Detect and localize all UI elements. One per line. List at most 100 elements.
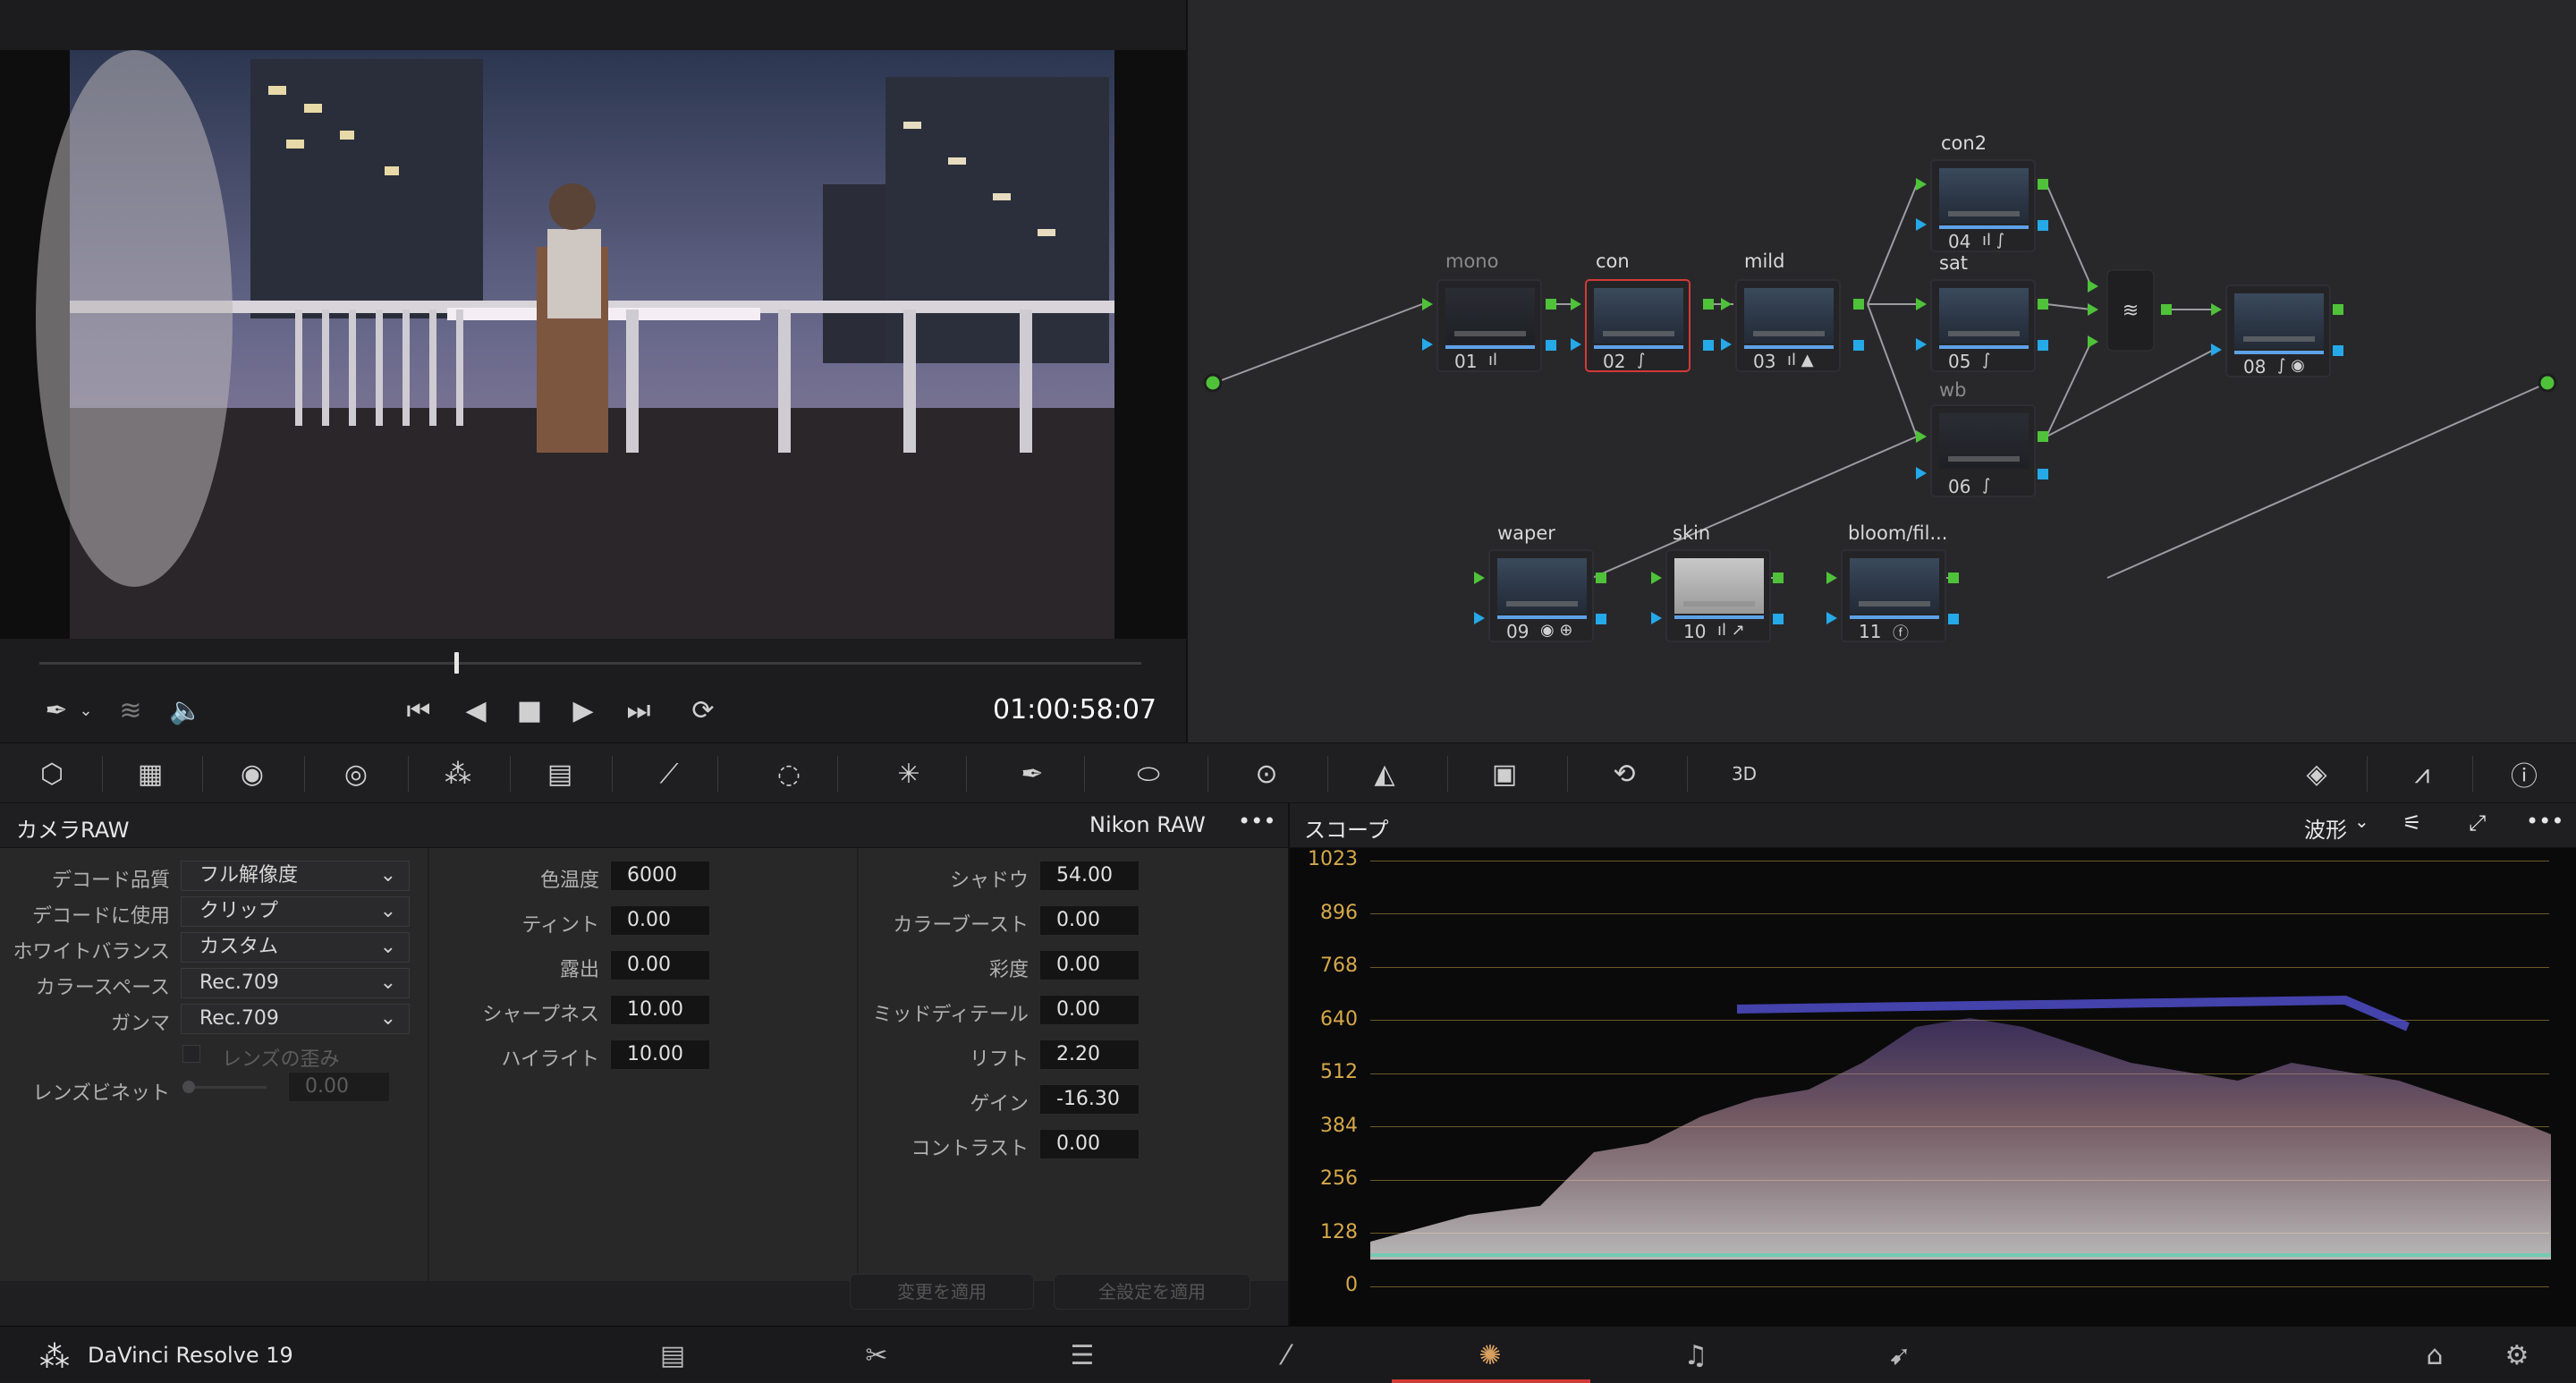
node-input-rgb[interactable] [1422, 298, 1433, 310]
node-output-key[interactable] [1546, 340, 1556, 351]
node-04-con2[interactable]: 04 ıl ∫ [1930, 159, 2036, 252]
sizing-icon[interactable]: ⟲ [1599, 752, 1649, 795]
skip-back-icon[interactable]: ⏮ [399, 694, 438, 726]
node-input-key[interactable] [1571, 338, 1581, 351]
node-02-con[interactable]: 02 ∫ [1585, 279, 1690, 372]
node-input-key[interactable] [1422, 338, 1433, 351]
sharpness-field[interactable]: 10.00 [610, 995, 710, 1025]
shadow-field[interactable]: 54.00 [1039, 861, 1140, 891]
info-icon[interactable]: ⓘ [2499, 752, 2549, 795]
keyframes-icon[interactable]: ◈ [2292, 752, 2342, 795]
color-wheels-icon[interactable]: ◉ [227, 752, 277, 795]
node-input-rgb[interactable] [1474, 572, 1485, 584]
key-icon[interactable]: ▣ [1479, 752, 1530, 795]
node-output-key[interactable] [2333, 345, 2343, 356]
camera-raw-icon[interactable]: ⬡ [27, 752, 77, 795]
timeline-scrubber[interactable] [39, 662, 1141, 665]
blur-icon[interactable]: ◭ [1360, 752, 1410, 795]
scrubber-playhead[interactable] [454, 652, 459, 674]
layer-mixer-input[interactable] [2088, 280, 2098, 293]
node-output-key[interactable] [1948, 614, 1959, 624]
stop-icon[interactable]: ■ [512, 694, 547, 726]
node-input-key[interactable] [1916, 338, 1927, 351]
node-input-key[interactable] [1916, 467, 1927, 479]
color-space-select[interactable]: Rec.709 ⌄ [181, 968, 410, 998]
node-input-rgb[interactable] [1916, 298, 1927, 310]
contrast-field[interactable]: 0.00 [1039, 1129, 1140, 1159]
3d-icon[interactable]: 3D [1719, 752, 1769, 795]
tracker-icon[interactable]: ⊙ [1241, 752, 1292, 795]
scope-mode-select[interactable]: 波形 [2304, 812, 2347, 844]
node-output-rgb[interactable] [2038, 299, 2048, 310]
node-input-key[interactable] [1651, 612, 1662, 624]
more-options-icon[interactable]: ••• [1238, 809, 1275, 834]
node-08[interactable]: 08 ∫ ◉ [2225, 284, 2331, 378]
hdr-wheels-icon[interactable]: ◎ [331, 752, 381, 795]
node-input-key[interactable] [2211, 344, 2222, 356]
color-match-icon[interactable]: ▦ [125, 752, 175, 795]
layer-mixer-input[interactable] [2088, 335, 2098, 348]
settings-gear-icon[interactable]: ⚙ [2490, 1336, 2544, 1375]
play-icon[interactable]: ▶ [565, 694, 601, 726]
media-page-icon[interactable]: ▤ [646, 1336, 699, 1375]
node-output-key[interactable] [1596, 614, 1606, 624]
node-input-rgb[interactable] [1721, 298, 1732, 310]
color-warper-icon[interactable]: ◌ [764, 752, 814, 795]
cut-page-icon[interactable]: ✂ [850, 1336, 903, 1375]
apply-all-button[interactable]: 全設定を適用 [1054, 1274, 1250, 1310]
qualifier-icon[interactable]: ✒ [1007, 752, 1057, 795]
exposure-field[interactable]: 0.00 [610, 950, 710, 980]
apply-changes-button[interactable]: 変更を適用 [850, 1274, 1034, 1310]
tint-field[interactable]: 0.00 [610, 905, 710, 936]
node-input-rgb[interactable] [1571, 298, 1581, 310]
saturation-field[interactable]: 0.00 [1039, 950, 1140, 980]
node-10-skin[interactable]: 10 ıl ↗ [1665, 549, 1771, 642]
prev-frame-icon[interactable]: ◀ [458, 694, 494, 726]
color-temp-field[interactable]: 6000 [610, 861, 710, 891]
node-output-rgb[interactable] [2038, 179, 2048, 190]
skip-forward-icon[interactable]: ⏭ [619, 694, 658, 726]
node-input-key[interactable] [1826, 612, 1837, 624]
decode-use-select[interactable]: クリップ ⌄ [181, 896, 410, 927]
gain-field[interactable]: -16.30 [1039, 1084, 1140, 1115]
node-11-bloom[interactable]: 11 ⓕ [1841, 549, 1946, 643]
lens-distortion-checkbox[interactable] [182, 1045, 200, 1063]
node-output-rgb[interactable] [1703, 299, 1714, 310]
gamma-select[interactable]: Rec.709 ⌄ [181, 1004, 410, 1034]
node-input-rgb[interactable] [1916, 178, 1927, 191]
deliver-page-icon[interactable]: ➹ [1873, 1336, 1927, 1375]
node-input-key[interactable] [1721, 338, 1732, 351]
scope-icon[interactable]: ⩘ [2397, 752, 2447, 795]
lift-field[interactable]: 2.20 [1039, 1039, 1140, 1070]
node-01-mono[interactable]: 01 ıl [1436, 279, 1542, 372]
node-input-rgb[interactable] [2211, 303, 2222, 316]
node-input-rgb[interactable] [1651, 572, 1662, 584]
node-input-key[interactable] [1916, 218, 1927, 231]
motion-effects-icon[interactable]: ▤ [535, 752, 585, 795]
picker-icon[interactable]: ✒ [36, 694, 77, 726]
node-input-key[interactable] [1474, 612, 1485, 624]
node-03-mild[interactable]: 03 ıl ▲ [1735, 279, 1841, 372]
node-input-rgb[interactable] [1826, 572, 1837, 584]
lens-vignette-slider[interactable] [184, 1086, 267, 1089]
fairlight-page-icon[interactable]: ♫ [1669, 1336, 1723, 1375]
chevron-down-icon[interactable]: ⌄ [77, 694, 95, 726]
node-output-rgb[interactable] [1853, 299, 1864, 310]
slider-handle[interactable] [182, 1081, 195, 1093]
node-06-wb[interactable]: 06 ∫ [1930, 404, 2036, 497]
layers-icon[interactable]: ≋ [111, 694, 150, 726]
layer-mixer-input[interactable] [2088, 303, 2098, 316]
node-output-key[interactable] [2038, 220, 2048, 231]
expand-icon[interactable]: ⤢ [2469, 810, 2486, 836]
node-input-rgb[interactable] [1916, 430, 1927, 443]
node-output-rgb[interactable] [2038, 431, 2048, 442]
node-output-key[interactable] [1853, 340, 1864, 351]
warper-grid-icon[interactable]: ✳ [884, 752, 934, 795]
lens-vignette-field[interactable]: 0.00 [288, 1072, 390, 1102]
edit-page-icon[interactable]: ☰ [1055, 1336, 1109, 1375]
color-boost-field[interactable]: 0.00 [1039, 905, 1140, 936]
viewer-frame[interactable] [0, 50, 1186, 639]
layer-mixer-output[interactable] [2161, 304, 2172, 315]
node-output-rgb[interactable] [1948, 573, 1959, 583]
rgb-mixer-icon[interactable]: ⁂ [433, 752, 483, 795]
